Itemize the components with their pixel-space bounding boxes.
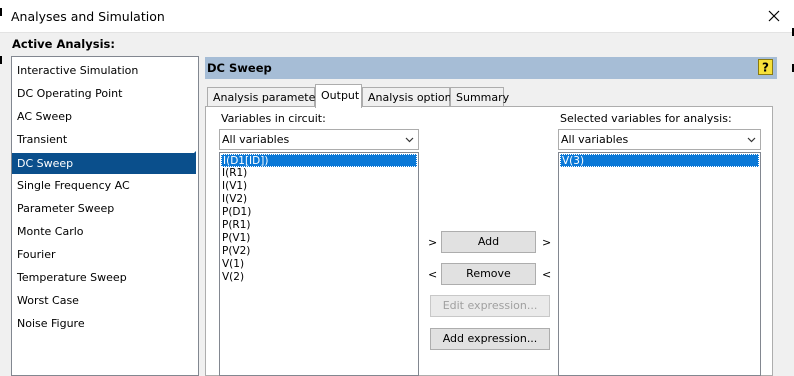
analysis-item-temperature-sweep[interactable]: Temperature Sweep (12, 267, 198, 288)
selected-variables-label: Selected variables for analysis: (560, 112, 732, 125)
circuit-variable-item[interactable]: P(R1) (221, 219, 251, 232)
circuit-variable-item[interactable]: P(V2) (221, 245, 250, 258)
circuit-variable-item[interactable]: V(2) (221, 271, 244, 284)
panel-title: DC Sweep (207, 61, 272, 75)
analysis-item-interactive-simulation[interactable]: Interactive Simulation (12, 60, 198, 81)
add-expression-button[interactable]: Add expression... (430, 328, 550, 350)
selected-variables-list[interactable]: V(3) (558, 152, 761, 376)
tab-output[interactable]: Output (315, 84, 362, 108)
left-edge-mark (0, 8, 2, 16)
analysis-item-transient[interactable]: Transient (12, 129, 198, 150)
remove-button[interactable]: Remove (441, 263, 536, 285)
analysis-item-parameter-sweep[interactable]: Parameter Sweep (12, 198, 198, 219)
remove-arrow-right-indicator: < (542, 268, 552, 281)
add-arrow-left-indicator: > (428, 236, 438, 249)
active-analysis-label: Active Analysis: (12, 37, 115, 51)
panel-header (205, 57, 777, 79)
circuit-variables-list[interactable]: I(D1[ID]) I(R1) I(V1) I(V2) P(D1) P(R1) … (219, 152, 419, 376)
add-button[interactable]: Add (441, 231, 536, 253)
circuit-variable-item[interactable]: P(V1) (221, 232, 250, 245)
remove-arrow-left-indicator: < (428, 268, 438, 281)
tab-analysis-parameters[interactable]: Analysis parameters (207, 87, 326, 107)
svg-text:?: ? (762, 61, 769, 75)
analysis-item-ac-sweep[interactable]: AC Sweep (12, 106, 198, 127)
close-icon[interactable] (763, 5, 785, 27)
help-icon[interactable]: ? (758, 59, 773, 75)
circuit-filter-value: All variables (222, 133, 290, 146)
circuit-variables-filter[interactable]: All variables (219, 129, 419, 150)
circuit-variable-item[interactable]: V(1) (221, 258, 244, 271)
chevron-down-icon (747, 137, 756, 143)
analysis-item-dc-operating-point[interactable]: DC Operating Point (12, 83, 198, 104)
circuit-variable-item[interactable]: P(D1) (221, 206, 251, 219)
circuit-variable-item[interactable]: I(R1) (221, 167, 247, 180)
selected-variable-item[interactable]: V(3) (560, 154, 759, 167)
analysis-item-dc-sweep[interactable]: DC Sweep (12, 153, 196, 174)
selected-filter-value: All variables (561, 133, 629, 146)
circuit-variable-item[interactable]: I(V1) (221, 180, 247, 193)
analysis-list[interactable]: Interactive Simulation DC Operating Poin… (11, 56, 199, 376)
tab-summary[interactable]: Summary (450, 87, 509, 107)
add-arrow-right-indicator: > (542, 236, 552, 249)
tab-analysis-options[interactable]: Analysis options (362, 87, 457, 107)
left-edge-mark (0, 56, 2, 64)
selection-pointer (187, 151, 196, 169)
chevron-down-icon (405, 137, 414, 143)
analysis-item-fourier[interactable]: Fourier (12, 244, 198, 265)
analysis-item-single-frequency-ac[interactable]: Single Frequency AC (12, 175, 198, 196)
circuit-variable-item[interactable]: I(D1[ID]) (221, 154, 417, 167)
circuit-variable-item[interactable]: I(V2) (221, 193, 247, 206)
analysis-item-monte-carlo[interactable]: Monte Carlo (12, 221, 198, 242)
analysis-item-noise-figure[interactable]: Noise Figure (12, 313, 198, 334)
selected-variables-filter[interactable]: All variables (558, 129, 761, 150)
edit-expression-button[interactable]: Edit expression... (430, 295, 550, 317)
window-title: Analyses and Simulation (11, 9, 165, 24)
circuit-variables-label: Variables in circuit: (221, 112, 326, 125)
analysis-item-worst-case[interactable]: Worst Case (12, 290, 198, 311)
